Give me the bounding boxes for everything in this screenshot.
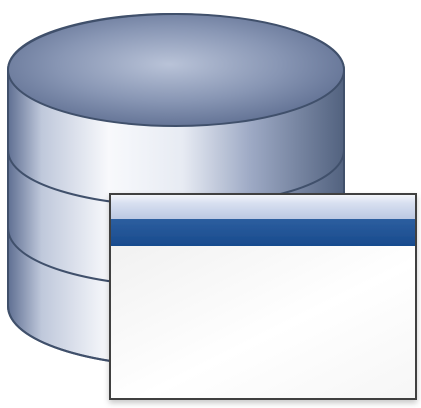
database-window-icon bbox=[7, 12, 417, 400]
database-top bbox=[7, 13, 345, 127]
database-window-icon-canvas bbox=[0, 0, 421, 408]
window-title-bar bbox=[111, 219, 415, 246]
window-content bbox=[111, 246, 415, 398]
window-top-strip bbox=[111, 195, 415, 219]
window-icon bbox=[109, 193, 417, 400]
